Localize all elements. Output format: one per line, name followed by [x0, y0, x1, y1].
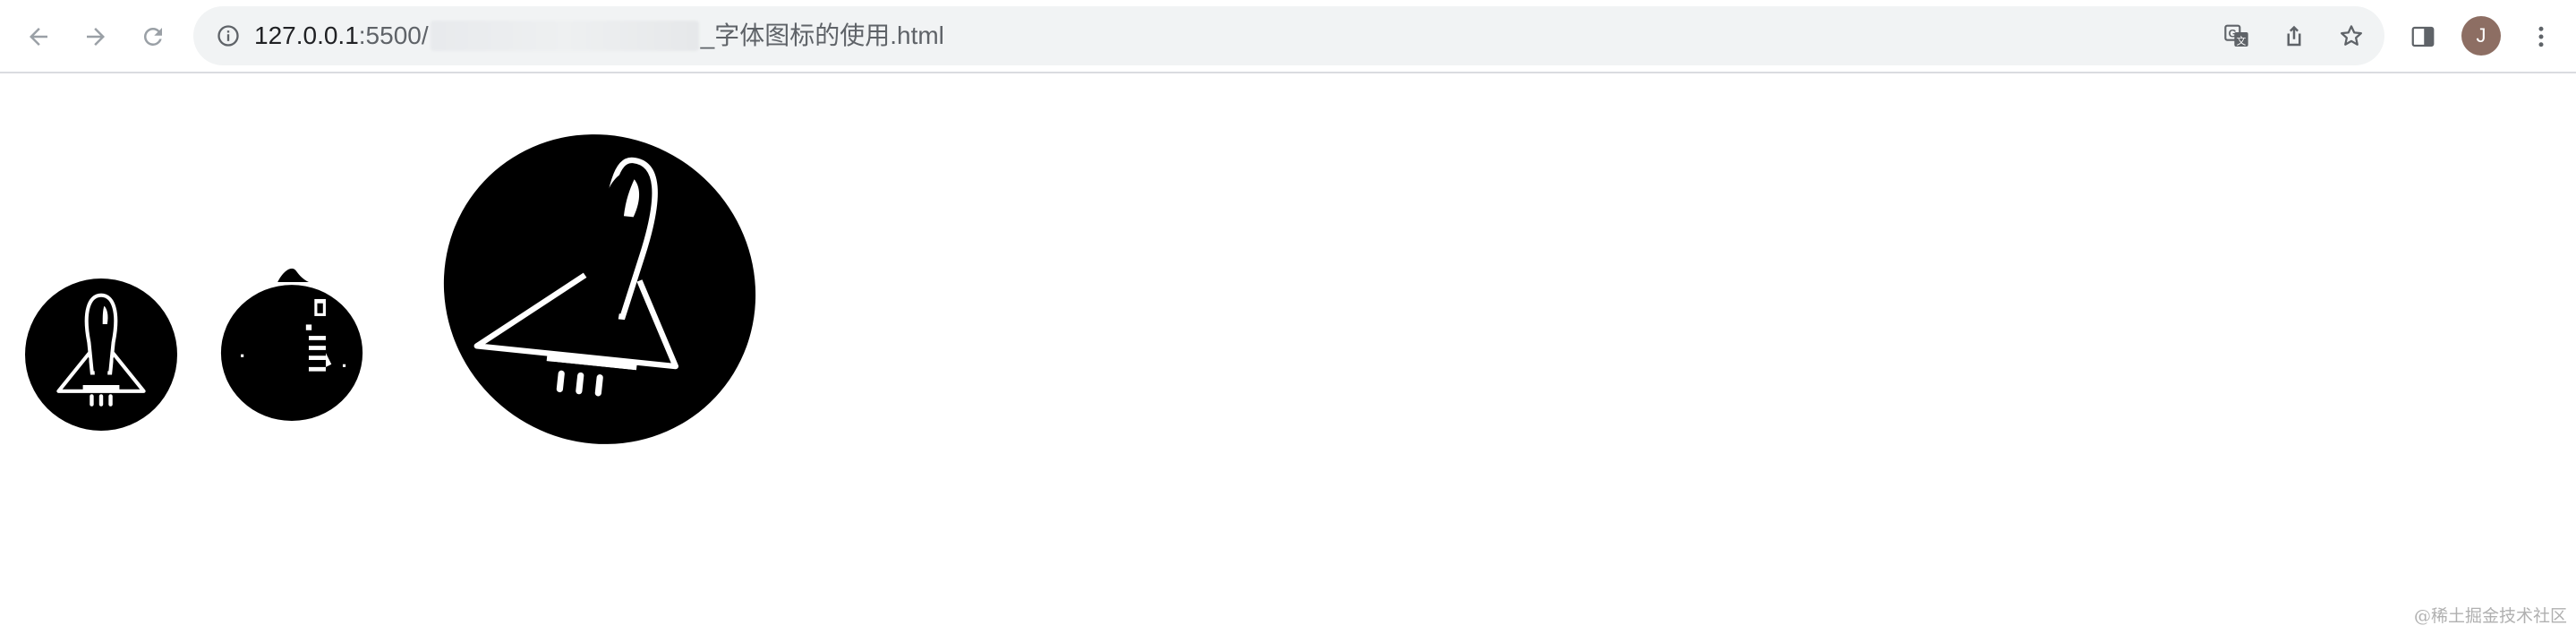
profile-avatar[interactable]: J: [2461, 16, 2501, 56]
side-panel-button[interactable]: [2402, 16, 2444, 57]
reload-icon: [143, 27, 162, 46]
translate-button[interactable]: G 文: [2216, 15, 2257, 56]
star-icon: [2341, 25, 2362, 46]
redacted-path: [430, 21, 699, 51]
share-button[interactable]: [2273, 15, 2315, 56]
menu-button[interactable]: [2521, 16, 2562, 57]
share-icon: [2287, 25, 2301, 47]
watermark: @稀土掘金技术社区: [2413, 606, 2567, 626]
address-bar[interactable]: 127.0.0.1 :5500/ _字体图标的使用.html G 文: [193, 6, 2384, 65]
forward-button[interactable]: [75, 16, 116, 57]
side-panel-icon: [2411, 26, 2435, 47]
url-host: 127.0.0.1: [254, 21, 359, 49]
arrow-left-icon: [30, 28, 47, 46]
site-info-button[interactable]: [208, 15, 249, 56]
url-text[interactable]: 127.0.0.1 :5500/ _字体图标的使用.html: [254, 6, 944, 65]
rocket-icon: [25, 278, 177, 431]
svg-text:文: 文: [2237, 35, 2247, 47]
more-vert-icon: [2538, 26, 2544, 47]
bookmark-button[interactable]: [2331, 15, 2372, 56]
arrow-right-icon: [87, 28, 105, 46]
url-file: _字体图标的使用.html: [700, 21, 944, 49]
rocket-icon: [443, 134, 756, 444]
info-icon: [218, 25, 239, 47]
browser-toolbar: 127.0.0.1 :5500/ _字体图标的使用.html G 文 J: [0, 0, 2576, 73]
translate-icon: G 文: [2224, 24, 2248, 47]
reload-button[interactable]: [132, 16, 174, 57]
url-port-path: :5500/: [358, 21, 429, 49]
back-button[interactable]: [18, 16, 59, 57]
rocket-icon: [220, 268, 363, 421]
